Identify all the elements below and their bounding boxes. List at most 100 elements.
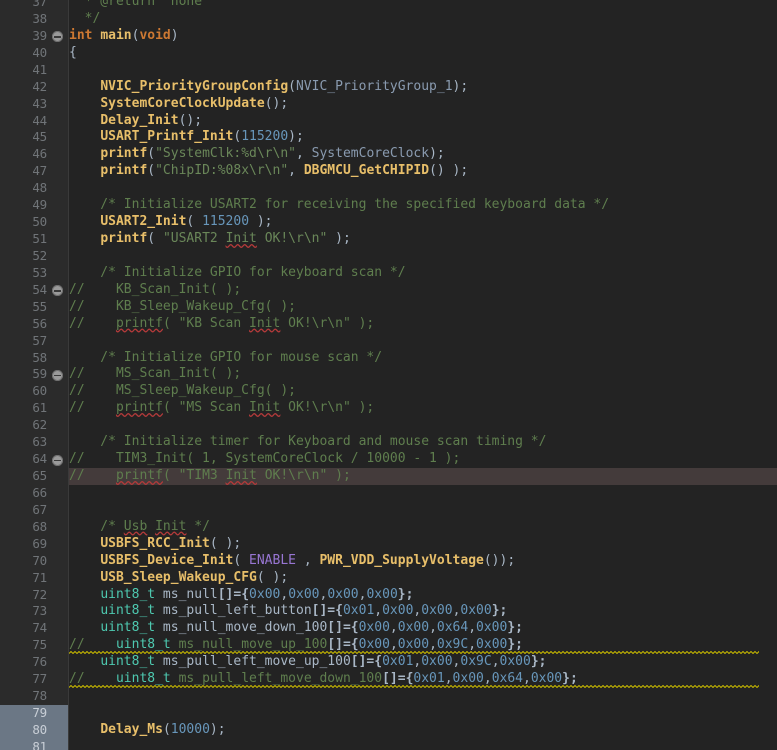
code-line[interactable]: 40 { — [0, 45, 777, 62]
code-line[interactable]: 64 // TIM3_Init( 1, SystemCoreClock / 100… — [0, 451, 777, 468]
code-token: /* — [69, 518, 124, 534]
code-line[interactable]: 46 printf("SystemClk:%d\r\n", SystemCore… — [0, 146, 777, 163]
code-fold-collapse-icon[interactable] — [52, 454, 63, 466]
code-line[interactable]: 73 uint8_t ms_pull_left_button[]={0x01,0… — [0, 603, 777, 620]
code-line[interactable]: 55 // KB_Sleep_Wakeup_Cfg( ); — [0, 299, 777, 316]
code-line[interactable]: 53 /* Initialize GPIO for keyboard scan … — [0, 265, 777, 282]
code-line[interactable]: 69 USBFS_RCC_Init( ); — [0, 536, 777, 553]
code-line[interactable]: 49 /* Initialize USART2 for receiving th… — [0, 197, 777, 214]
code-line[interactable]: 81 — [0, 739, 777, 750]
code-token: 0x01 — [382, 654, 414, 670]
code-token: ( — [147, 163, 156, 179]
code-token: * @return none — [69, 0, 203, 9]
code-token: 115200 — [202, 214, 250, 230]
code-line[interactable]: 54 // KB_Scan_Init( ); — [0, 282, 777, 299]
code-token: SystemCoreClock — [311, 146, 430, 162]
code-line-text: USB_Sleep_Wakeup_CFG( ); — [69, 570, 288, 587]
code-line-text: uint8_t ms_pull_left_move_up_100[]={0x01… — [69, 654, 546, 671]
code-line[interactable]: 45 USART_Printf_Init(115200); — [0, 129, 777, 146]
code-line[interactable]: 62 — [0, 417, 777, 434]
code-line[interactable]: 70 USBFS_Device_Init( ENABLE , PWR_VDD_S… — [0, 553, 777, 570]
code-line-text: Delay_Ms(10000); — [69, 721, 225, 739]
code-token: // KB_Sleep_Wakeup_Cfg( ); — [69, 298, 296, 314]
code-line[interactable]: 74 uint8_t ms_null_move_down_100[]={0x00… — [0, 620, 777, 637]
code-line[interactable]: 39 int main(void) — [0, 28, 777, 45]
code-token: NVIC_PriorityGroupConfig — [100, 78, 289, 94]
code-line[interactable]: 76 uint8_t ms_pull_left_move_up_100[]={0… — [0, 654, 777, 671]
code-token: OK!\r\n" ); — [280, 400, 375, 416]
code-token: , — [288, 163, 304, 179]
code-token: int — [69, 27, 101, 43]
code-token: , — [491, 654, 500, 670]
code-line-text: // KB_Sleep_Wakeup_Cfg( ); — [69, 299, 296, 316]
code-token: 0x00 — [327, 586, 359, 602]
code-token: // — [69, 315, 116, 331]
code-line[interactable]: 41 — [0, 62, 777, 79]
code-line[interactable]: 61 // printf( "MS Scan Init OK!\r\n" ); — [0, 400, 777, 417]
code-token: 0x9C — [460, 654, 492, 670]
code-line[interactable]: 42 NVIC_PriorityGroupConfig(NVIC_Priorit… — [0, 79, 777, 96]
code-line-text: /* Initialize USART2 for receiving the s… — [69, 197, 609, 214]
code-fold-collapse-icon[interactable] — [52, 369, 63, 381]
code-line[interactable]: 58 /* Initialize GPIO for mouse scan */ — [0, 350, 777, 367]
code-line[interactable]: 79 — [0, 705, 777, 722]
code-token: , — [468, 620, 477, 636]
code-line[interactable]: 78 — [0, 688, 777, 705]
code-token: // — [69, 400, 116, 416]
code-token: 115200 — [241, 129, 289, 145]
code-token: ( "KB Scan — [162, 315, 250, 331]
code-line[interactable]: 48 — [0, 180, 777, 197]
code-line[interactable]: 47 printf("ChipID:%08x\r\n", DBGMCU_GetC… — [0, 163, 777, 180]
code-line-text: // printf( "TIM3 Init OK!\r\n" ); — [69, 468, 351, 485]
code-token: 0x00 — [366, 586, 398, 602]
code-token: uint8_t — [100, 586, 156, 602]
code-fold-collapse-icon[interactable] — [52, 31, 63, 43]
code-line[interactable]: 57 — [0, 333, 777, 350]
code-line[interactable]: 56 // printf( "KB Scan Init OK!\r\n" ); — [0, 316, 777, 333]
code-line[interactable]: 59 // MS_Scan_Init( ); — [0, 366, 777, 383]
code-line[interactable]: 44 Delay_Init(); — [0, 113, 777, 130]
line-number: 74 — [32, 620, 47, 636]
code-line[interactable]: 66 — [0, 485, 777, 502]
code-line-text: USBFS_Device_Init( ENABLE , PWR_VDD_Supp… — [69, 553, 515, 570]
code-token: ( ); — [256, 569, 289, 585]
line-number: 60 — [32, 383, 47, 399]
code-token: ( — [162, 721, 171, 737]
code-line[interactable]: 80 Delay_Ms(10000); — [0, 722, 777, 739]
code-fold-collapse-icon[interactable] — [52, 285, 63, 297]
line-number: 50 — [32, 214, 47, 230]
code-token: ( — [233, 552, 250, 568]
code-line[interactable]: 38 */ — [0, 11, 777, 28]
code-line-text: SystemCoreClockUpdate(); — [69, 96, 288, 113]
code-line[interactable]: 68 /* Usb Init */ — [0, 519, 777, 536]
line-number: 39 — [32, 27, 47, 43]
line-number: 47 — [32, 163, 47, 179]
code-line[interactable]: 51 printf( "USART2 Init OK!\r\n" ); — [0, 231, 777, 248]
code-line-text: /* Usb Init */ — [69, 519, 210, 536]
code-line[interactable]: 37 * @return none — [0, 0, 777, 11]
code-line[interactable]: 63 /* Initialize timer for Keyboard and … — [0, 434, 777, 451]
code-token: */ — [69, 10, 101, 26]
code-line[interactable]: 72 uint8_t ms_null[]={0x00,0x00,0x00,0x0… — [0, 587, 777, 604]
code-token: ENABLE — [249, 552, 296, 568]
code-line[interactable]: 43 SystemCoreClockUpdate(); — [0, 96, 777, 113]
code-line[interactable]: 71 USB_Sleep_Wakeup_CFG( ); — [0, 570, 777, 587]
code-token: 0x01 — [342, 603, 375, 619]
code-token: ( ); — [209, 535, 242, 551]
code-line[interactable]: 52 — [0, 248, 777, 265]
code-line[interactable]: 65 // printf( "TIM3 Init OK!\r\n" ); — [0, 468, 777, 485]
code-token: []={ — [327, 620, 359, 636]
code-editor[interactable]: 37 * @return none 38 */39 int main(void) 40… — [0, 0, 777, 750]
code-token: // — [69, 468, 116, 484]
code-line[interactable]: 60 // MS_Sleep_Wakeup_Cfg( ); — [0, 383, 777, 400]
code-token: []={ — [311, 603, 343, 619]
code-line[interactable]: 50 USART2_Init( 115200 ); — [0, 214, 777, 231]
code-line[interactable]: 67 — [0, 502, 777, 519]
